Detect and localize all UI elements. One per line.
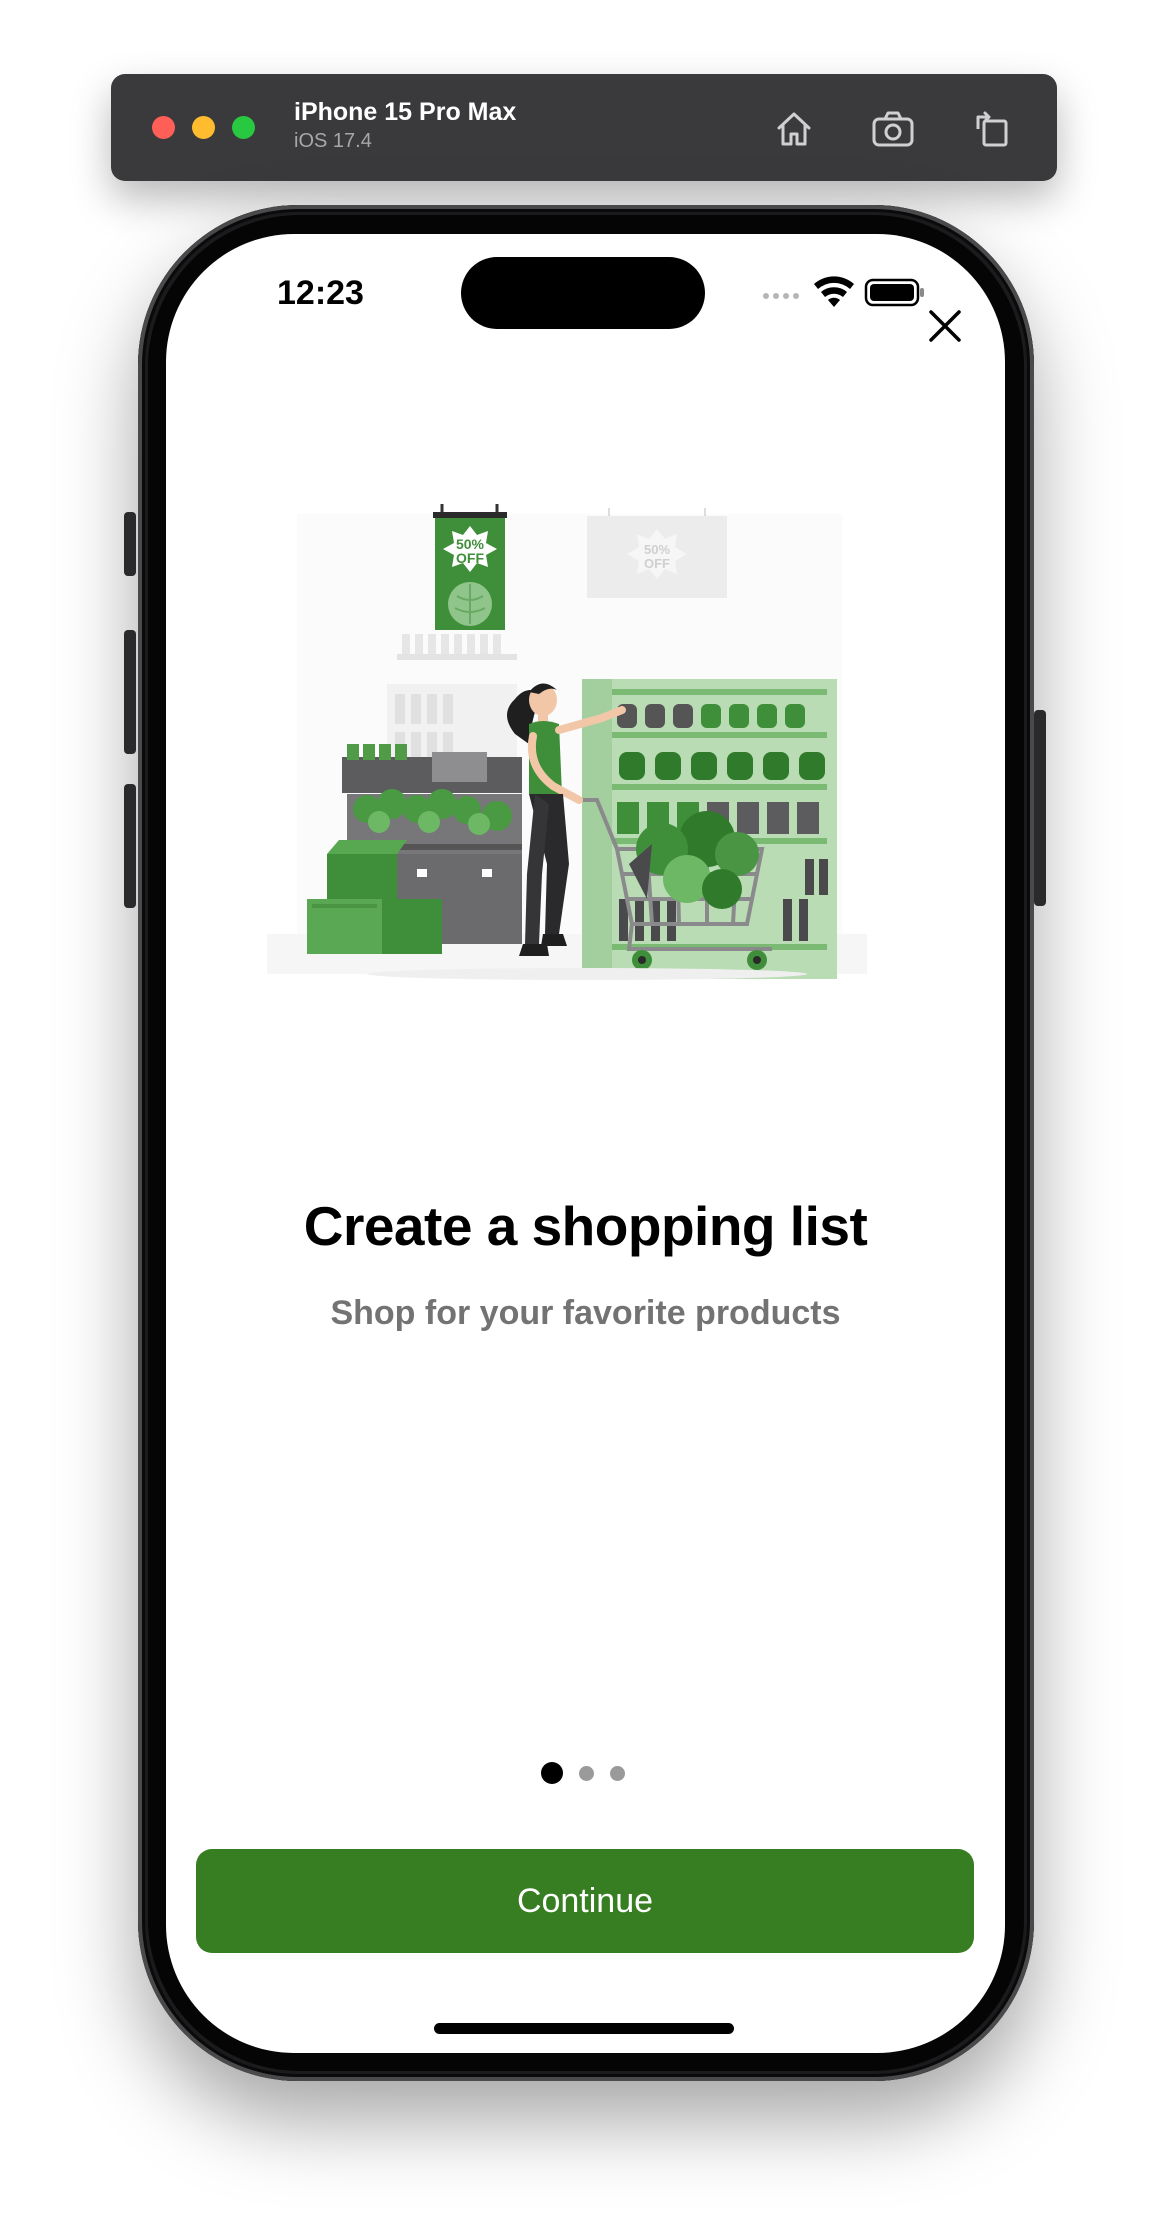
faint-sign-text-2: OFF [644,556,670,571]
page-dot-1[interactable] [541,1762,563,1784]
window-zoom-light[interactable] [232,116,255,139]
simulator-toolbar: iPhone 15 Pro Max iOS 17.4 [111,74,1057,181]
simulator-os-version: iOS 17.4 [294,130,372,152]
simulator-device-name: iPhone 15 Pro Max [294,98,517,126]
window-close-light[interactable] [152,116,175,139]
dynamic-island [461,257,705,329]
rotate-icon[interactable] [967,104,1017,152]
sale-sign-text-2: OFF [456,550,484,566]
shopping-illustration: 50% OFF 50% OFF [257,504,877,1004]
status-time: 12:23 [277,274,364,312]
window-minimize-light[interactable] [192,116,215,139]
page-indicator[interactable] [541,1761,641,1785]
home-icon[interactable] [769,104,819,152]
volume-up-button [124,630,136,754]
onboarding-title: Create a shopping list [303,1195,868,1257]
page-dot-2[interactable] [579,1766,594,1781]
phone-screen: 12:23 50% OFF 50% OFF Create a shopping … [166,234,1005,2053]
close-icon[interactable] [925,306,965,346]
status-icons [760,272,930,312]
page-dot-3[interactable] [610,1766,625,1781]
faint-sign-text-1: 50% [644,542,670,557]
screenshot-icon[interactable] [868,104,918,152]
power-button [1034,710,1046,906]
cellular-icon [763,293,799,299]
wifi-icon [814,276,854,307]
home-indicator[interactable] [434,2023,734,2034]
continue-button[interactable]: Continue [196,1849,974,1953]
battery-icon [864,278,924,307]
action-button [124,512,136,576]
onboarding-subtitle: Shop for your favorite products [330,1294,841,1332]
volume-down-button [124,784,136,908]
